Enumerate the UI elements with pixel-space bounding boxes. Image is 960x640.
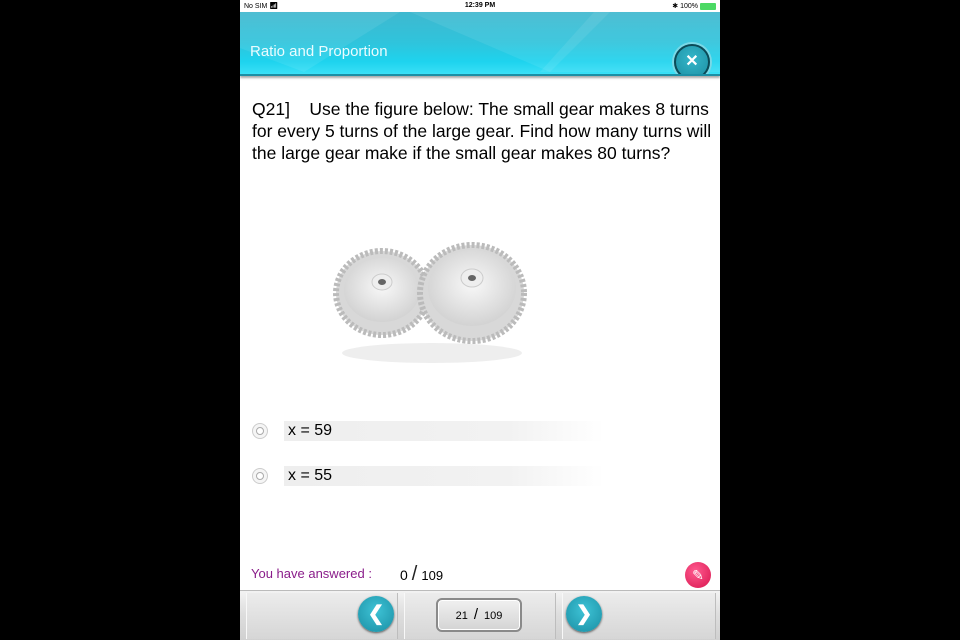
two-gears-image xyxy=(333,242,527,363)
radio-button[interactable] xyxy=(252,468,268,484)
current-page: 21 xyxy=(455,610,468,622)
footer-nav: ❮ 21 / 109 ❯ xyxy=(240,590,720,640)
page-title: Ratio and Proportion xyxy=(250,43,388,60)
small-gear xyxy=(333,248,431,338)
page-indicator[interactable]: 21 / 109 xyxy=(436,598,522,632)
close-icon: ✕ xyxy=(685,53,699,70)
question-text: Q21] Use the figure below: The small gea… xyxy=(252,99,712,163)
answer-option[interactable]: x = 59 xyxy=(252,421,652,443)
answered-separator: / xyxy=(411,563,418,585)
option-label: x = 59 xyxy=(288,422,333,439)
bluetooth-icon: ✱ xyxy=(672,3,679,10)
radio-button[interactable] xyxy=(252,423,268,439)
answered-count: 0/109 xyxy=(400,563,443,586)
status-bar: No SIM 📶︎ 12:39 PM ✱ 100% xyxy=(240,0,720,12)
battery-icon xyxy=(700,2,716,10)
pencil-icon: ✎ xyxy=(692,567,704,583)
previous-button[interactable]: ❮ xyxy=(358,596,394,632)
answer-option[interactable]: x = 55 xyxy=(252,466,652,488)
answered-label: You have answered : xyxy=(251,566,372,581)
battery-indicator: ✱ 100% xyxy=(672,2,716,10)
chevron-left-icon: ❮ xyxy=(367,603,385,625)
clock: 12:39 PM xyxy=(464,2,496,9)
app-screen: No SIM 📶︎ 12:39 PM ✱ 100% Ratio and Prop… xyxy=(240,0,720,640)
large-gear xyxy=(417,242,527,344)
battery-percent: 100% xyxy=(680,2,698,10)
page-separator: / xyxy=(473,606,479,623)
header-bar: Ratio and Proportion ✕ xyxy=(240,12,720,76)
next-button[interactable]: ❯ xyxy=(566,596,602,632)
pencil-button[interactable]: ✎ xyxy=(685,562,711,588)
gear-shadow xyxy=(342,343,522,363)
chevron-right-icon: ❯ xyxy=(575,603,593,625)
answered-value: 0 xyxy=(400,567,408,583)
total-pages: 109 xyxy=(484,610,503,622)
header-decoration xyxy=(240,12,400,72)
answered-total: 109 xyxy=(421,568,444,583)
option-label: x = 55 xyxy=(288,467,333,484)
close-button[interactable]: ✕ xyxy=(674,44,710,74)
